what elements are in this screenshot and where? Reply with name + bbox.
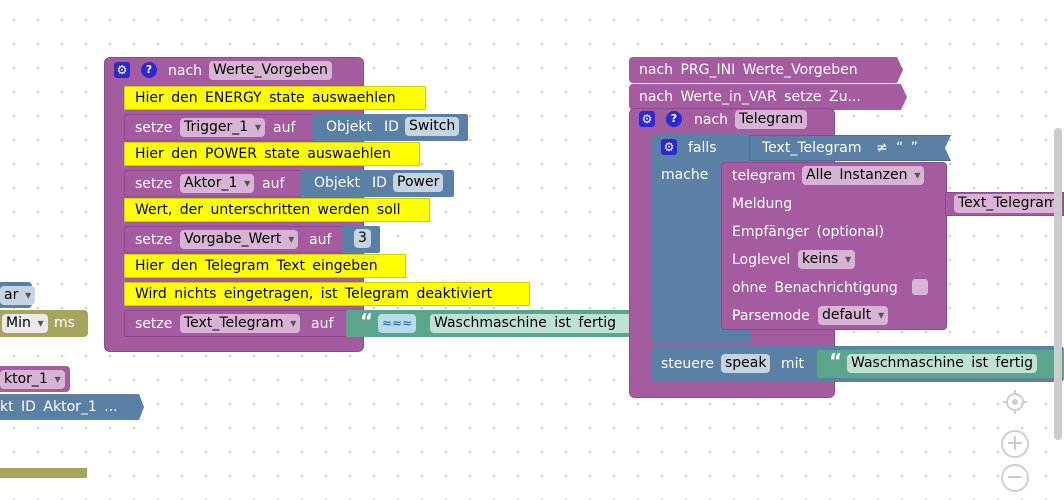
condition-var-label: Text_Telegram <box>762 140 862 156</box>
ms-label: ms <box>54 315 75 331</box>
ohne-label: ohne Benachrichtigung <box>732 280 898 296</box>
setze-text-telegram-block[interactable]: setze Text_Telegram auf <box>124 310 350 337</box>
steuere-label: steuere <box>661 356 714 372</box>
telegram-label: telegram <box>732 168 796 184</box>
emoji-field: ≈≈≈ <box>378 314 417 333</box>
left-partial-aktor-block[interactable]: ktor_1 <box>0 366 70 392</box>
call-prg-ini-block[interactable]: nach PRG_INI Werte_Vorgeben <box>629 57 903 83</box>
power-id-field[interactable]: Power <box>393 173 444 192</box>
objekt-label-2: Objekt <box>314 175 361 191</box>
setze-label-1: setze <box>135 120 173 136</box>
left-var-dropdown[interactable]: ar <box>0 286 36 305</box>
text-telegram-var-dropdown[interactable]: Text_Telegram <box>180 314 301 333</box>
comment-deaktiviert-text: Wird nichts eingetragen, ist Telegram de… <box>135 286 493 302</box>
comment-energy-text: Hier den ENERGY state auswaehlen <box>135 90 396 106</box>
setze-label-4: setze <box>135 316 173 332</box>
empfaenger-label: Empfänger (optional) <box>732 224 885 240</box>
setze-label-3: setze <box>135 232 173 248</box>
left-partial-objekt-block[interactable]: kt ID Aktor_1 ... <box>0 394 144 420</box>
speak-quote-icon: “ <box>829 349 843 373</box>
meldung-label: Meldung <box>732 196 793 212</box>
call-werte-in-var-label: nach Werte_in_VAR setze Zu... <box>639 89 861 105</box>
parsemode-dropdown[interactable]: default <box>818 306 889 325</box>
auf-label-1: auf <box>273 120 296 136</box>
call-werte-in-var-block[interactable]: nach Werte_in_VAR setze Zu... <box>629 84 907 110</box>
comment-block-energy[interactable]: Hier den ENERGY state auswaehlen <box>124 86 426 110</box>
switch-id-field[interactable]: Switch <box>405 117 460 136</box>
left-partial-olive-block[interactable] <box>0 468 87 478</box>
text-string-block[interactable]: “ ≈≈≈ Waschmaschine ist fertig <box>346 309 634 337</box>
objekt-id-power-block[interactable]: Objekt ID Power <box>300 170 454 197</box>
text-value-field[interactable]: Waschmaschine ist fertig <box>430 314 634 333</box>
vorgabe-var-dropdown[interactable]: Vorgabe_Wert <box>180 230 299 249</box>
instances-dropdown[interactable]: Alle Instanzen <box>802 166 925 185</box>
if-gear-icon[interactable]: ⚙ <box>661 139 677 155</box>
werte-nach-label: nach <box>168 63 203 79</box>
setze-aktor-block[interactable]: setze Aktor_1 auf <box>124 170 304 197</box>
mache-label: mache <box>661 167 709 183</box>
speak-text-block[interactable]: “ Waschmaschine ist fertig <box>817 350 1064 378</box>
speak-text-field[interactable]: Waschmaschine ist fertig <box>847 354 1037 373</box>
werte-gear-icon[interactable]: ⚙ <box>114 62 130 78</box>
telegram-nach-label: nach <box>694 112 729 128</box>
comment-telegram-text: Hier den Telegram Text eingeben <box>135 258 378 274</box>
werte-function-name[interactable]: Werte_Vorgeben <box>209 61 332 80</box>
parsemode-label: Parsemode <box>732 308 810 324</box>
id-label-2: ID <box>372 175 387 191</box>
speak-field[interactable]: speak <box>721 354 771 373</box>
left-aktor-dropdown[interactable]: ktor_1 <box>0 370 65 389</box>
telegram-send-block[interactable]: telegram Alle Instanzen Meldung Empfänge… <box>721 162 947 330</box>
condition-block[interactable]: Text_Telegram ≠ “ ” <box>749 135 951 161</box>
id-label-1: ID <box>384 119 399 135</box>
setze-label-2: setze <box>135 176 173 192</box>
quote-icon: “ <box>360 309 374 333</box>
telegram-gear-icon[interactable]: ⚙ <box>639 111 655 127</box>
objekt-label-1: Objekt <box>326 119 373 135</box>
aktor-var-dropdown[interactable]: Aktor_1 <box>180 174 255 193</box>
auf-label-3: auf <box>309 232 332 248</box>
meldung-value-block[interactable]: Text_Telegram <box>945 192 1064 216</box>
loglevel-label: Loglevel <box>732 252 791 268</box>
objekt-id-switch-block[interactable]: Objekt ID Switch <box>312 114 468 141</box>
center-target-icon[interactable] <box>1001 388 1029 416</box>
auf-label-2: auf <box>262 176 285 192</box>
number-block[interactable]: 3 <box>342 226 380 253</box>
left-objekt-id-text: kt ID Aktor_1 ... <box>0 399 118 415</box>
vertical-scrollbar[interactable] <box>1054 128 1062 440</box>
auf-label-4: auf <box>311 316 334 332</box>
comment-block-deaktiviert[interactable]: Wird nichts eingetragen, ist Telegram de… <box>124 282 530 306</box>
comment-wert-text: Wert, der unterschritten werden soll <box>135 202 401 218</box>
left-partial-var-block[interactable]: ar <box>0 282 36 308</box>
empty-text-label: “ ” <box>896 140 918 156</box>
call-prg-ini-label: nach PRG_INI Werte_Vorgeben <box>639 62 858 78</box>
notification-checkbox[interactable] <box>912 279 928 295</box>
comment-block-telegram-text[interactable]: Hier den Telegram Text eingeben <box>124 254 406 278</box>
telegram-function-name[interactable]: Telegram <box>735 110 808 129</box>
min-dropdown[interactable]: Min <box>2 314 48 333</box>
loglevel-dropdown[interactable]: keins <box>798 250 856 269</box>
comment-power-text: Hier den POWER state auswaehlen <box>135 146 391 162</box>
trigger-var-dropdown[interactable]: Trigger_1 <box>180 118 266 137</box>
setze-trigger-block[interactable]: setze Trigger_1 auf <box>124 114 314 141</box>
meldung-value-field[interactable]: Text_Telegram <box>954 194 1062 213</box>
left-partial-time-block[interactable]: Min ms <box>0 310 88 337</box>
falls-label: falls <box>688 140 717 156</box>
neq-symbol: ≠ <box>876 140 888 156</box>
comment-block-power[interactable]: Hier den POWER state auswaehlen <box>124 142 420 166</box>
number-value-field[interactable]: 3 <box>354 229 371 248</box>
werte-help-icon[interactable]: ? <box>141 62 157 78</box>
zoom-out-icon[interactable]: − <box>1001 464 1029 492</box>
comment-block-wert[interactable]: Wert, der unterschritten werden soll <box>124 198 430 222</box>
zoom-in-icon[interactable]: + <box>1001 430 1029 458</box>
mit-label: mit <box>781 356 805 372</box>
setze-vorgabe-block[interactable]: setze Vorgabe_Wert auf <box>124 226 346 253</box>
telegram-help-icon[interactable]: ? <box>666 111 682 127</box>
